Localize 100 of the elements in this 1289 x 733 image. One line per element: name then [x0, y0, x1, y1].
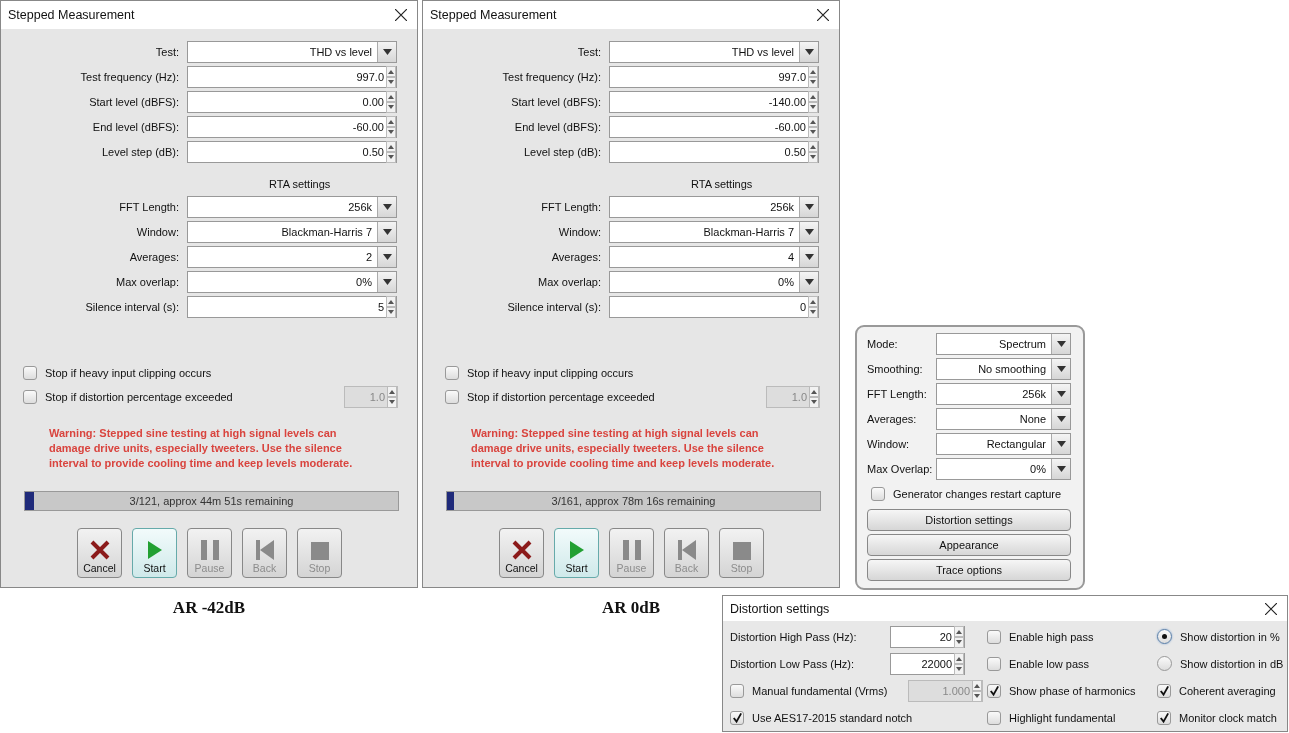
field-label: Test:: [154, 46, 179, 58]
spinner-arrows-icon[interactable]: [386, 66, 396, 88]
checkbox[interactable]: [445, 390, 459, 404]
field-label: Distortion Low Pass (Hz):: [730, 657, 856, 670]
play-icon: [146, 540, 163, 560]
play-icon: [568, 540, 585, 560]
field-label: Level step (dB):: [100, 146, 179, 158]
caret-icon: [382, 254, 392, 260]
caret-icon: [804, 229, 814, 235]
caret-icon: [1056, 366, 1066, 372]
field-label: Averages:: [867, 413, 918, 425]
checkbox[interactable]: [23, 390, 37, 404]
field-label: Averages:: [128, 251, 179, 263]
dropdown[interactable]: Spectrum: [936, 333, 1071, 355]
checkbox[interactable]: [987, 629, 1001, 644]
dropdown[interactable]: THD vs level: [609, 41, 819, 63]
caption-text: AR -42dB: [172, 598, 246, 618]
checkbox-label: Show phase of harmonics: [1009, 684, 1136, 697]
radio-button[interactable]: [1157, 629, 1172, 644]
checkbox[interactable]: [987, 710, 1001, 725]
field-label: End level (dBFS):: [91, 121, 179, 133]
checkbox[interactable]: [445, 366, 459, 380]
dropdown[interactable]: No smoothing: [936, 358, 1071, 380]
dropdown[interactable]: 2: [187, 246, 397, 268]
toolbar-button[interactable]: Cancel: [499, 528, 544, 578]
spin-field[interactable]: 0.50: [187, 141, 397, 163]
spin-field[interactable]: 997.0: [187, 66, 397, 88]
spinner-arrows-icon[interactable]: [808, 66, 818, 88]
panel-button[interactable]: Trace options: [867, 559, 1071, 581]
field-label: Window:: [867, 438, 911, 450]
field-label: Silence interval (s):: [506, 301, 601, 313]
radio-button[interactable]: [1157, 656, 1172, 671]
field-label: Max Overlap:: [867, 463, 934, 475]
spinner-arrows-icon[interactable]: [386, 296, 396, 318]
dropdown[interactable]: 0%: [187, 271, 397, 293]
spin-field[interactable]: 0.50: [609, 141, 819, 163]
checkbox[interactable]: [23, 366, 37, 380]
field-label: FFT Length:: [867, 388, 928, 400]
spinner-arrows-icon[interactable]: [954, 652, 964, 675]
spin-field[interactable]: -140.00: [609, 91, 819, 113]
spin-field[interactable]: -60.00: [187, 116, 397, 138]
caret-icon: [804, 254, 814, 260]
dropdown[interactable]: THD vs level: [187, 41, 397, 63]
field-label: Start level (dBFS):: [88, 96, 179, 108]
toolbar-button[interactable]: Start: [132, 528, 177, 578]
spin-field[interactable]: 5: [187, 296, 397, 318]
close-icon[interactable]: [817, 9, 829, 21]
caret-icon: [1056, 441, 1066, 447]
dropdown[interactable]: 4: [609, 246, 819, 268]
window-title: Distortion settings: [730, 601, 830, 616]
checkbox[interactable]: [987, 683, 1001, 698]
spinner-arrows-icon[interactable]: [808, 296, 818, 318]
spinner-arrows-icon[interactable]: [386, 116, 396, 138]
toolbar-button[interactable]: Cancel: [77, 528, 122, 578]
checkbox[interactable]: [871, 487, 885, 501]
spin-field[interactable]: -60.00: [609, 116, 819, 138]
caret-icon: [1056, 416, 1066, 422]
field-label: End level (dBFS):: [513, 121, 601, 133]
dropdown[interactable]: 256k: [609, 196, 819, 218]
checkbox-label: Stop if heavy input clipping occurs: [45, 367, 212, 379]
spinner-arrows-icon[interactable]: [808, 116, 818, 138]
field-label: Test frequency (Hz):: [501, 71, 601, 83]
window-title: Stepped Measurement: [430, 8, 557, 22]
skip-back-icon: [677, 540, 696, 560]
dropdown[interactable]: Blackman-Harris 7: [187, 221, 397, 243]
dropdown[interactable]: 0%: [609, 271, 819, 293]
dropdown[interactable]: Blackman-Harris 7: [609, 221, 819, 243]
field-label: Averages:: [550, 251, 601, 263]
dropdown[interactable]: None: [936, 408, 1071, 430]
close-icon[interactable]: [395, 9, 407, 21]
panel-button[interactable]: Appearance: [867, 534, 1071, 556]
checkbox[interactable]: [1157, 710, 1171, 725]
caret-icon: [382, 229, 392, 235]
spinner-arrows-icon[interactable]: [954, 625, 964, 648]
spinner-arrows-icon[interactable]: [386, 91, 396, 113]
dropdown[interactable]: 0%: [936, 458, 1071, 480]
spinner-arrows-icon[interactable]: [808, 141, 818, 163]
spin-field[interactable]: 0.00: [187, 91, 397, 113]
dropdown[interactable]: Rectangular: [936, 433, 1071, 455]
checkbox[interactable]: [987, 656, 1001, 671]
cancel-icon: [511, 540, 532, 560]
close-icon[interactable]: [1265, 602, 1277, 615]
checkbox[interactable]: [730, 710, 744, 725]
spinner-arrows-icon[interactable]: [386, 141, 396, 163]
field-label: Silence interval (s):: [84, 301, 179, 313]
dropdown[interactable]: 256k: [187, 196, 397, 218]
toolbar-button[interactable]: Start: [554, 528, 599, 578]
dropdown[interactable]: 256k: [936, 383, 1071, 405]
spin-field[interactable]: 22000: [890, 652, 965, 675]
panel-button[interactable]: Distortion settings: [867, 509, 1071, 531]
spin-field[interactable]: 0: [609, 296, 819, 318]
caret-icon: [804, 204, 814, 210]
checkbox-label: Manual fundamental (Vrms): [752, 684, 889, 697]
spin-field[interactable]: 20: [890, 625, 965, 648]
checkbox-label: Stop if heavy input clipping occurs: [467, 367, 634, 379]
spinner-arrows-icon[interactable]: [808, 91, 818, 113]
checkbox-label: Generator changes restart capture: [893, 488, 1062, 500]
checkbox[interactable]: [1157, 683, 1171, 698]
stop-icon: [310, 542, 329, 560]
spin-field[interactable]: 997.0: [609, 66, 819, 88]
